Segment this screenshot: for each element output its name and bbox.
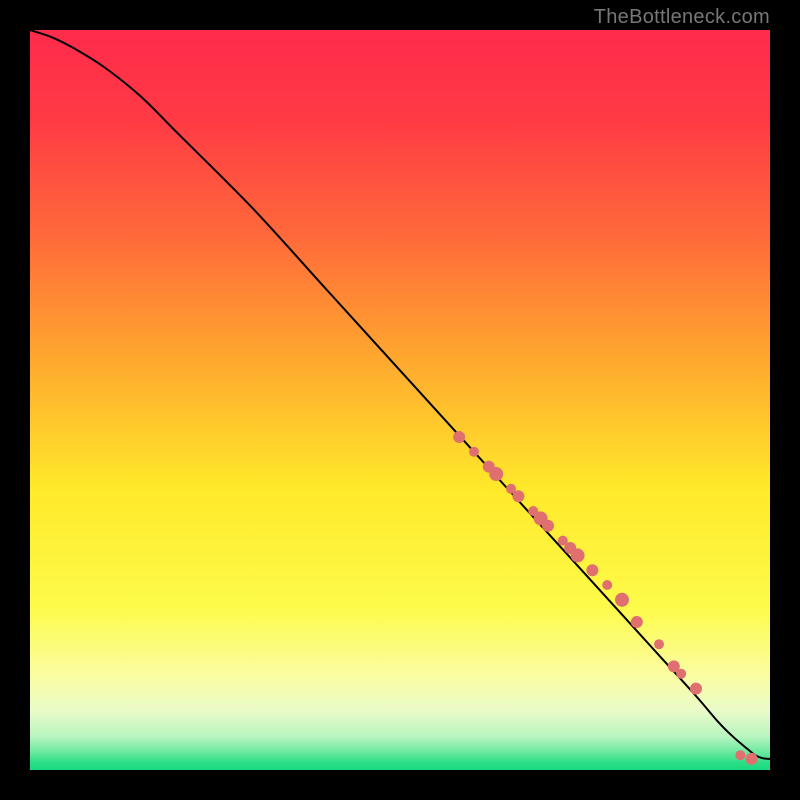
marker-point: [615, 593, 629, 607]
marker-point: [735, 750, 745, 760]
marker-point: [586, 564, 598, 576]
marker-point: [746, 753, 758, 765]
marker-point: [690, 683, 702, 695]
marker-point: [631, 616, 643, 628]
gradient-background: [30, 30, 770, 770]
marker-point: [489, 467, 503, 481]
marker-point: [453, 431, 465, 443]
plot-area: [30, 30, 770, 770]
marker-point: [469, 447, 479, 457]
marker-point: [654, 639, 664, 649]
marker-point: [602, 580, 612, 590]
chart-svg: [30, 30, 770, 770]
marker-point: [676, 669, 686, 679]
marker-point: [571, 548, 585, 562]
figure-frame: TheBottleneck.com: [0, 0, 800, 800]
marker-point: [542, 520, 554, 532]
marker-point: [512, 490, 524, 502]
watermark-text: TheBottleneck.com: [594, 6, 770, 29]
